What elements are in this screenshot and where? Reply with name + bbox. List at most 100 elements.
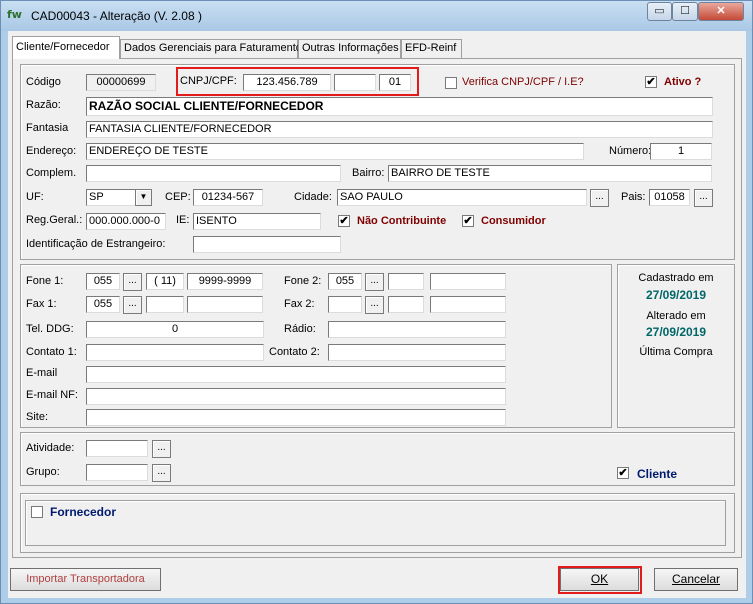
identification-group: Código 00000699 CNPJ/CPF: 123.456.789 01… xyxy=(20,64,735,260)
fornecedor-group: Fornecedor xyxy=(20,493,735,553)
tab-efd-reinf[interactable]: EFD-Reinf xyxy=(401,39,462,58)
atividade-field[interactable] xyxy=(86,440,148,457)
maximize-button[interactable]: ☐ xyxy=(672,2,698,21)
importar-transportadora-button[interactable]: Importar Transportadora xyxy=(10,568,161,591)
window: fw CAD00043 - Alteração (V. 2.08 ) ▭ ☐ ✕… xyxy=(0,0,753,604)
fone2-lookup-button[interactable]: ... xyxy=(365,273,384,291)
bairro-field[interactable]: BAIRRO DE TESTE xyxy=(388,165,712,182)
fax2-lookup-button[interactable]: ... xyxy=(365,296,384,314)
razao-field[interactable]: RAZÃO SOCIAL CLIENTE/FORNECEDOR xyxy=(86,97,713,116)
fone2-ddi-field[interactable]: 055 xyxy=(328,273,362,290)
verifica-label: Verifica CNPJ/CPF / I.E? xyxy=(462,76,584,88)
pais-label: Pais: xyxy=(621,191,646,203)
fax2-ddi-field[interactable] xyxy=(328,296,362,313)
codigo-field: 00000699 xyxy=(86,74,156,91)
pais-field[interactable]: 01058 xyxy=(649,189,690,206)
fax1-ddi-field[interactable]: 055 xyxy=(86,296,120,313)
fax2-ddd-field[interactable] xyxy=(388,296,424,313)
fax1-number-field[interactable] xyxy=(187,296,263,313)
grupo-lookup-button[interactable]: ... xyxy=(152,464,171,482)
close-button[interactable]: ✕ xyxy=(698,2,744,21)
grupo-label: Grupo: xyxy=(26,466,60,478)
uf-label: UF: xyxy=(26,191,44,203)
site-label: Site: xyxy=(26,411,49,423)
fantasia-field[interactable]: FANTASIA CLIENTE/FORNECEDOR xyxy=(86,121,713,138)
fornecedor-checkbox[interactable] xyxy=(31,506,43,518)
cidade-label: Cidade: xyxy=(294,191,332,203)
fone1-label: Fone 1: xyxy=(26,275,64,287)
fax1-lookup-button[interactable]: ... xyxy=(123,296,142,314)
fone1-ddi-field[interactable]: 055 xyxy=(86,273,120,290)
tab-cliente-fornecedor[interactable]: Cliente/Fornecedor xyxy=(12,36,120,59)
uf-dropdown-button[interactable]: ▼ xyxy=(135,189,152,206)
fax1-ddd-field[interactable] xyxy=(146,296,184,313)
ie-label: IE: xyxy=(176,214,190,226)
numero-label: Número: xyxy=(609,145,652,157)
pais-lookup-button[interactable]: ... xyxy=(694,189,713,207)
ddg-label: Tel. DDG: xyxy=(26,323,74,335)
title-bar: fw CAD00043 - Alteração (V. 2.08 ) ▭ ☐ ✕ xyxy=(1,1,752,31)
emailnf-field[interactable] xyxy=(86,388,506,405)
tab-panel: Código 00000699 CNPJ/CPF: 123.456.789 01… xyxy=(12,58,742,558)
contact-group: Fone 1: 055 ... ( 11) 9999-9999 Fone 2: … xyxy=(20,264,612,428)
dates-group: Cadastrado em 27/09/2019 Alterado em 27/… xyxy=(617,264,735,428)
tab-dados-gerenciais[interactable]: Dados Gerenciais para Faturamento xyxy=(120,39,302,58)
fantasia-label: Fantasia xyxy=(26,122,69,134)
cliente-label: Cliente xyxy=(637,467,678,481)
contato1-field[interactable] xyxy=(86,344,264,361)
fax2-label: Fax 2: xyxy=(284,298,315,310)
uf-value: SP xyxy=(89,191,104,203)
radio-field[interactable] xyxy=(328,321,506,338)
fax2-number-field[interactable] xyxy=(430,296,506,313)
endereco-label: Endereço: xyxy=(26,145,77,157)
rg-label: Reg.Geral.: xyxy=(26,214,83,226)
cadastrado-label: Cadastrado em xyxy=(638,272,714,284)
fone1-ddd-field[interactable]: ( 11) xyxy=(146,273,184,290)
email-label: E-mail xyxy=(26,367,58,379)
fornecedor-frame xyxy=(25,500,726,546)
grupo-field[interactable] xyxy=(86,464,148,481)
classification-group: Atividade: ... Grupo: ... ✔ Cliente xyxy=(20,432,735,486)
fone2-ddd-field[interactable] xyxy=(388,273,424,290)
fone2-number-field[interactable] xyxy=(430,273,506,290)
ddg-field[interactable]: 0 xyxy=(86,321,264,338)
ie-field[interactable]: ISENTO xyxy=(193,213,321,230)
contato2-field[interactable] xyxy=(328,344,506,361)
endereco-field[interactable]: ENDEREÇO DE TESTE xyxy=(86,143,584,160)
cidade-lookup-button[interactable]: ... xyxy=(590,189,609,207)
cancelar-button[interactable]: Cancelar xyxy=(654,568,738,591)
contato1-label: Contato 1: xyxy=(26,346,77,358)
codigo-label: Código xyxy=(26,76,61,88)
atividade-lookup-button[interactable]: ... xyxy=(152,440,171,458)
complem-label: Complem. xyxy=(26,167,77,179)
cidade-field[interactable]: SAO PAULO xyxy=(337,189,587,206)
alterado-label: Alterado em xyxy=(646,310,706,322)
fone1-number-field[interactable]: 9999-9999 xyxy=(187,273,263,290)
cnpj-highlight xyxy=(176,67,419,96)
bairro-label: Bairro: xyxy=(352,167,385,179)
estrangeiro-field[interactable] xyxy=(193,236,341,253)
ultima-compra-label: Última Compra xyxy=(639,346,713,358)
complem-field[interactable] xyxy=(86,165,341,182)
alterado-date: 27/09/2019 xyxy=(645,325,707,339)
numero-field[interactable]: 1 xyxy=(650,143,712,160)
ativo-checkbox[interactable]: ✔ xyxy=(645,76,657,88)
tab-outras-informacoes[interactable]: Outras Informações xyxy=(298,39,401,58)
fone1-lookup-button[interactable]: ... xyxy=(123,273,142,291)
nao-contribuinte-checkbox[interactable]: ✔ xyxy=(338,215,350,227)
minimize-button[interactable]: ▭ xyxy=(647,2,672,21)
rg-field[interactable]: 000.000.000-0 xyxy=(86,213,166,230)
window-title: CAD00043 - Alteração (V. 2.08 ) xyxy=(31,9,202,23)
razao-label: Razão: xyxy=(26,99,61,111)
atividade-label: Atividade: xyxy=(26,442,75,454)
ok-highlight xyxy=(558,566,642,594)
contato2-label: Contato 2: xyxy=(269,346,320,358)
email-field[interactable] xyxy=(86,366,506,383)
app-icon: fw xyxy=(7,8,22,21)
cep-field[interactable]: 01234-567 xyxy=(193,189,263,206)
verifica-checkbox[interactable] xyxy=(445,77,457,89)
nao-contribuinte-label: Não Contribuinte xyxy=(357,215,447,227)
consumidor-checkbox[interactable]: ✔ xyxy=(462,215,474,227)
site-field[interactable] xyxy=(86,409,506,426)
cliente-checkbox[interactable]: ✔ xyxy=(617,467,629,479)
